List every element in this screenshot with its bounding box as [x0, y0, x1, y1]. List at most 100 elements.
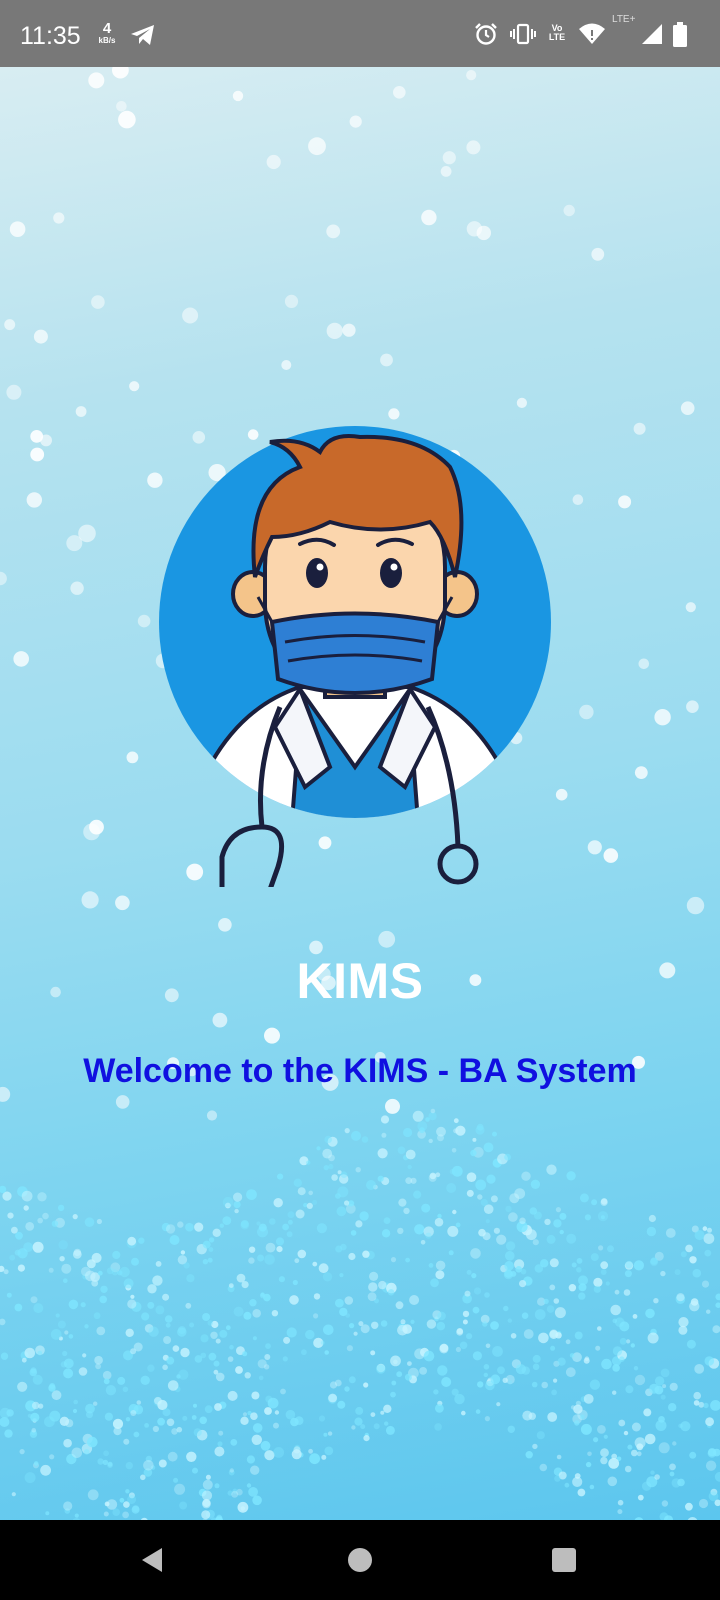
bokeh-dot [125, 1328, 134, 1338]
bokeh-dot [63, 1368, 74, 1379]
bokeh-dot [193, 1428, 202, 1437]
bokeh-dot [185, 1222, 194, 1232]
bokeh-dot [349, 1323, 355, 1329]
bokeh-dot [312, 1200, 318, 1205]
bokeh-dot [425, 1117, 430, 1122]
bokeh-dot [278, 1276, 285, 1283]
bokeh-dot [337, 1400, 346, 1409]
bokeh-dot [48, 1384, 56, 1392]
bokeh-dot [577, 1488, 586, 1497]
home-button[interactable] [342, 1542, 378, 1578]
bokeh-dot [583, 1394, 594, 1404]
bokeh-dot [658, 1416, 665, 1423]
bokeh-dot [585, 1461, 592, 1468]
bokeh-dot [30, 1412, 40, 1422]
bokeh-dot [106, 1499, 118, 1510]
bokeh-dot [572, 1476, 583, 1487]
vibrate-icon [510, 23, 536, 45]
bokeh-dot [287, 1219, 293, 1225]
bokeh-dot [48, 1267, 54, 1273]
app-title: KIMS [296, 953, 424, 1009]
back-icon [142, 1548, 162, 1572]
bokeh-dot [24, 1347, 36, 1359]
bokeh-dot [507, 1380, 513, 1385]
bokeh-dot [281, 360, 292, 370]
bokeh-dot [289, 1295, 299, 1305]
bokeh-dot [510, 1333, 517, 1339]
bokeh-dot [222, 1216, 232, 1225]
bokeh-dot [578, 1275, 588, 1286]
bokeh-dot [528, 1412, 536, 1420]
bokeh-dot [380, 353, 393, 367]
bokeh-dot [49, 1454, 55, 1460]
bokeh-dot [344, 1128, 350, 1134]
bokeh-dot [515, 1364, 527, 1375]
bokeh-dot [324, 1135, 333, 1144]
bokeh-dot [177, 1221, 184, 1228]
bokeh-dot [597, 1211, 609, 1222]
back-button[interactable] [136, 1542, 172, 1578]
bokeh-dot [355, 1406, 364, 1415]
bokeh-dot [130, 1294, 135, 1299]
bokeh-dot [559, 1229, 564, 1235]
bokeh-dot [283, 1336, 291, 1344]
bokeh-dot [550, 1345, 556, 1351]
bokeh-dot [73, 1399, 78, 1405]
recents-button[interactable] [546, 1542, 582, 1578]
bokeh-dot [482, 1232, 491, 1241]
bokeh-dot [553, 1298, 560, 1304]
bokeh-dot [505, 1251, 515, 1261]
bokeh-dot [414, 1224, 425, 1235]
bokeh-dot [504, 1261, 514, 1271]
bokeh-dot [193, 1403, 197, 1408]
bokeh-dot [183, 1262, 190, 1269]
bokeh-dot [536, 1431, 545, 1440]
bokeh-dot [37, 1350, 43, 1356]
bokeh-dot [559, 1212, 567, 1220]
bokeh-dot [62, 1350, 68, 1357]
bokeh-dot [6, 384, 22, 400]
bokeh-dot [200, 1352, 207, 1359]
bokeh-dot [26, 492, 42, 508]
bokeh-dot [215, 1372, 225, 1382]
bokeh-dot [385, 1425, 395, 1435]
bokeh-dot [273, 1422, 279, 1429]
bokeh-dot [336, 1206, 347, 1217]
bokeh-dot [115, 1095, 130, 1109]
bokeh-dot [344, 1200, 350, 1206]
bokeh-dot [318, 1415, 326, 1422]
bokeh-dot [275, 1237, 285, 1246]
bokeh-dot [624, 1270, 632, 1278]
bokeh-dot [63, 1501, 73, 1511]
bokeh-dot [405, 1177, 413, 1184]
bokeh-dot [17, 1381, 28, 1392]
bokeh-dot [659, 1512, 669, 1520]
bokeh-dot [435, 1404, 444, 1413]
bokeh-dot [610, 1304, 621, 1316]
bokeh-dot [318, 1263, 329, 1274]
bokeh-dot [568, 1284, 577, 1292]
bokeh-dot [313, 1293, 321, 1300]
bokeh-dot [137, 614, 151, 628]
bokeh-dot [182, 307, 199, 324]
bokeh-dot [202, 1259, 209, 1265]
bokeh-dot [553, 1378, 558, 1383]
bokeh-dot [384, 1421, 389, 1426]
bokeh-dot [205, 1474, 211, 1480]
bokeh-dot [344, 1386, 350, 1392]
bokeh-dot [186, 1451, 197, 1463]
bokeh-dot [251, 1391, 260, 1400]
bokeh-dot [433, 1389, 439, 1395]
bokeh-dot [595, 1345, 601, 1351]
bokeh-dot [177, 1326, 186, 1334]
bokeh-dot [549, 1284, 556, 1291]
bokeh-dot [601, 1358, 612, 1370]
bokeh-dot [167, 1380, 179, 1391]
bokeh-dot [154, 1396, 162, 1405]
bokeh-dot [466, 1189, 474, 1197]
bokeh-dot [231, 1490, 239, 1498]
bokeh-dot [291, 1449, 302, 1460]
bokeh-dot [58, 1240, 68, 1250]
bokeh-dot [152, 1275, 163, 1286]
bokeh-dot [63, 1278, 68, 1283]
